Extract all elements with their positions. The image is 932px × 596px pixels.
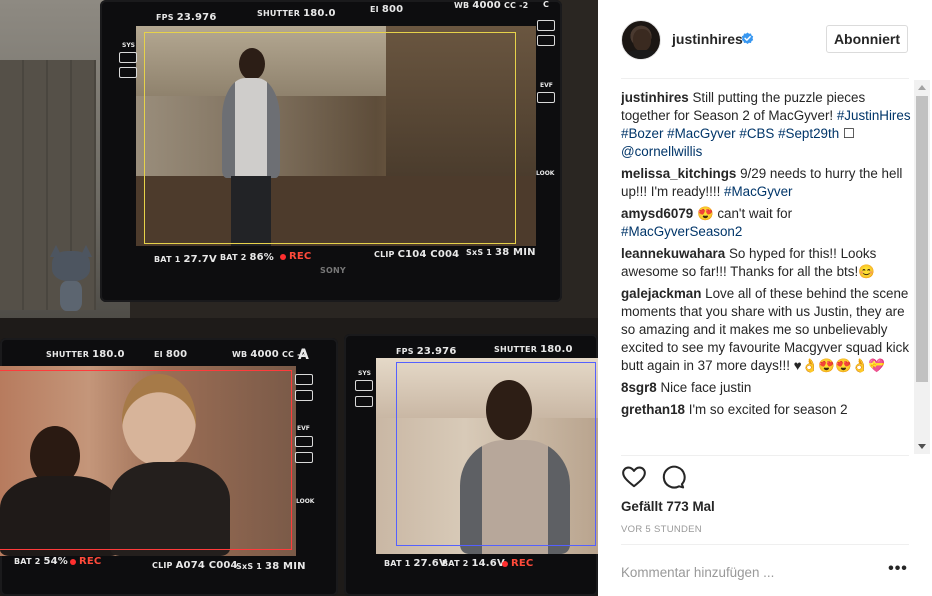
comment-list[interactable]: justinhires Still putting the puzzle pie… [621,89,911,455]
monitor-right: FPS 23.976 SHUTTER 180.0 SYS BAT 1 27.6V… [344,334,598,596]
header-divider [621,78,909,79]
comment-bubble-icon[interactable] [660,464,686,490]
following-button[interactable]: Abonniert [826,25,908,53]
comment-username[interactable]: amysd6079 [621,206,693,221]
comment-username[interactable]: galejackman [621,286,701,301]
avatar[interactable] [621,20,661,60]
scroll-up-arrow-icon[interactable] [918,85,926,90]
post-timestamp[interactable]: VOR 5 STUNDEN [621,524,702,535]
comment-username[interactable]: leannekuwahara [621,246,725,261]
comment-text: 😍 can't wait for [696,206,793,221]
comment-item: 8sgr8 Nice face justin [621,379,911,397]
hashtag-link[interactable]: #JustinHires [837,108,911,123]
comment-username[interactable]: melissa_kitchings [621,166,736,181]
comment-item: galejackman Love all of these behind the… [621,285,911,375]
mention-link[interactable]: @cornellwillis [621,144,702,159]
like-count[interactable]: Gefällt 773 Mal [621,499,715,514]
frame-guide [144,32,516,244]
more-options-button[interactable]: ••• [888,561,908,582]
verified-badge-icon [741,32,754,45]
hashtag-link[interactable]: #MacGyver [724,184,792,199]
monitor-left: SHUTTER 180.0 EI 800 WB 4000 CC -2 A EVF… [0,338,338,596]
comment-input[interactable] [621,562,881,582]
post-header: justinhires Abonniert [598,0,932,78]
scroll-thumb[interactable] [916,96,928,382]
heart-icon[interactable] [621,464,647,490]
frame-guide [396,362,596,546]
comment-item: leannekuwahara So hyped for this!! Looks… [621,245,911,281]
comment-text: ☐ [839,126,855,141]
scroll-down-arrow-icon[interactable] [918,444,926,449]
hashtag-link[interactable]: #Bozer [621,126,663,141]
comment-item: justinhires Still putting the puzzle pie… [621,89,911,161]
funko-figure [48,245,94,317]
comment-username[interactable]: justinhires [621,90,689,105]
comments-scrollbar[interactable] [914,80,930,454]
comment-text: Nice face justin [660,380,752,395]
comment-item: melissa_kitchings 9/29 needs to hurry th… [621,165,911,201]
comment-text: I'm so excited for season 2 [688,402,848,417]
frame-guide [0,370,292,550]
monitor-top-screen [136,26,536,246]
hashtag-link[interactable]: #MacGyver [667,126,735,141]
actions-divider [621,455,909,456]
comment-username[interactable]: 8sgr8 [621,380,657,395]
comment-item: grethan18 I'm so excited for season 2 [621,401,911,419]
author-username[interactable]: justinhires [672,31,743,47]
input-divider [621,544,909,545]
monitor-right-screen [376,358,598,554]
comment-username[interactable]: grethan18 [621,402,685,417]
hashtag-link[interactable]: #CBS [739,126,774,141]
monitor-top: FPS 23.976 SHUTTER 180.0 EI 800 WB 4000 … [100,0,562,302]
monitor-left-screen [0,366,296,556]
post-details-pane: justinhires Abonniert justinhires Still … [598,0,932,596]
post-photo[interactable]: FPS 23.976 SHUTTER 180.0 EI 800 WB 4000 … [0,0,598,596]
hashtag-link[interactable]: #Sept29th [778,126,839,141]
comment-item: amysd6079 😍 can't wait for #MacGyverSeas… [621,205,911,241]
hashtag-link[interactable]: #MacGyverSeason2 [621,224,742,239]
